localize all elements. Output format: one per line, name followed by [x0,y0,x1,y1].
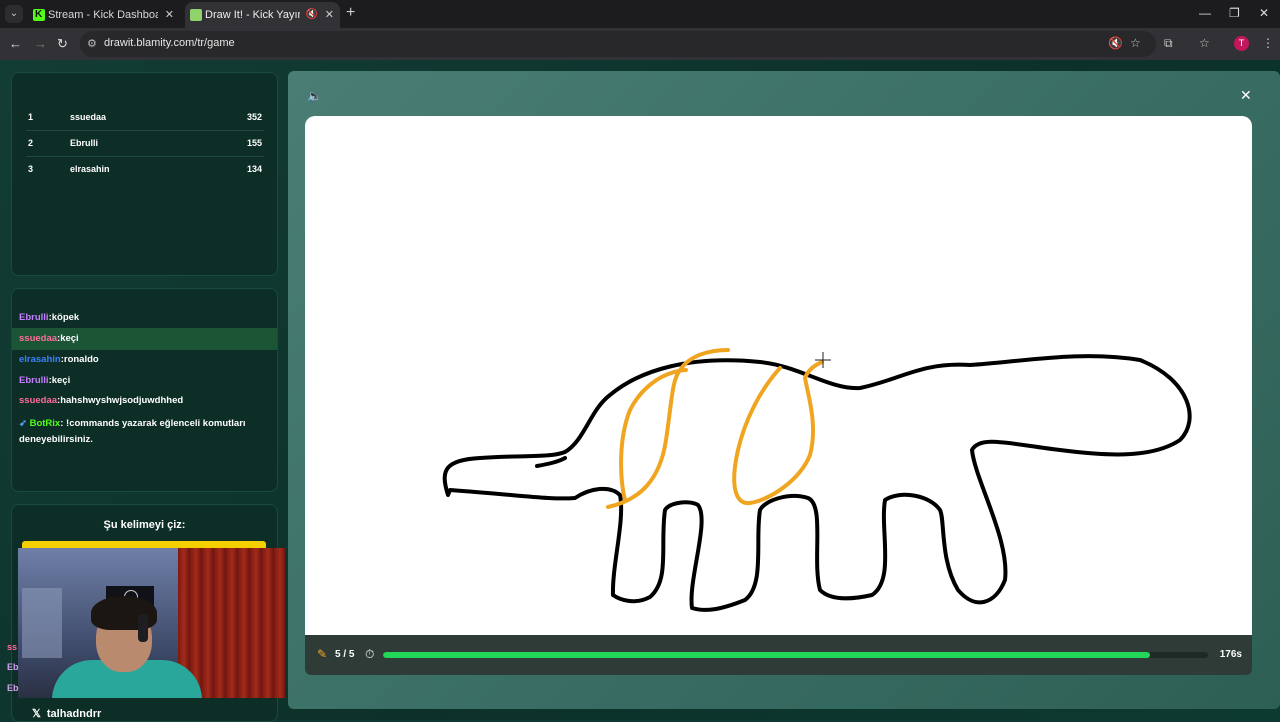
back-icon[interactable]: ← [9,36,22,51]
drawing-svg [442,348,1192,612]
bookmarks-icon[interactable]: ☆ [1199,36,1210,50]
overlay-partial-name: Eb [7,683,19,693]
chat-message: ssuedaa:hahshwyshwjsodjuwdhhed [19,395,271,406]
leaderboard-panel: 1 ssuedaa 352 2 Ebrulli 155 3 elrasahin … [11,72,278,276]
chat-text: :keçi [57,333,79,344]
time-progress-fill [383,652,1151,658]
menu-icon[interactable]: ⋮ [1262,36,1274,50]
animal-outline [442,354,1192,612]
chat-text: :köpek [48,312,80,323]
address-bar-row: ← → ↻ ⚙ drawit.blamity.com/tr/game 🔇 ☆ ⧉… [0,28,1280,60]
chat-user: Ebrulli [19,312,49,323]
new-tab-icon[interactable]: + [346,4,355,22]
player-name: ssuedaa [70,112,107,122]
tab-title: Draw It! - Kick Yayınları İçin [205,9,300,21]
x-logo-icon: 𝕏 [32,708,41,720]
player-score: 134 [246,164,262,174]
close-icon[interactable]: ✕ [1240,87,1252,104]
player-score: 352 [246,112,262,122]
chat-message: Ebrulli:köpek [19,312,271,323]
streamer-handle: 𝕏talhadndrr [32,707,101,720]
handle-text: talhadndrr [46,708,102,720]
minimize-icon[interactable]: — [1199,6,1211,20]
reload-icon[interactable]: ↻ [57,36,68,52]
tab-strip: ⌄ Stream - Kick Dashboard ✕ Draw It! - K… [0,0,1280,28]
drawit-favicon [190,9,202,21]
kick-favicon [33,2,45,28]
webcam-shelf [22,588,62,658]
star-icon[interactable]: ☆ [1130,36,1141,50]
tab-title: Stream - Kick Dashboard [48,9,158,21]
time-remaining: 176s [1219,649,1242,660]
webcam-overlay [18,548,285,698]
chat-message: Ebrulli:keçi [19,375,271,386]
mute-site-icon[interactable]: 🔇 [1108,36,1123,50]
tab-mute-icon[interactable]: 🔇 [306,2,318,28]
round-counter: 5 / 5 [335,649,355,660]
player-name: Ebrulli [70,138,99,148]
chat-panel: Ebrulli:köpek ssuedaa:keçi elrasahin:ron… [11,288,278,492]
leaderboard-row: 2 Ebrulli 155 [26,131,264,157]
tab-search-icon[interactable]: ⌄ [5,5,23,23]
game-status-bar: ✎ 5 / 5 ⏱ 176s [305,635,1252,675]
chat-user: BotRix [29,418,61,429]
url-text[interactable]: drawit.blamity.com/tr/game [104,37,235,49]
site-info-icon[interactable]: ⚙ [87,37,97,50]
tab-stream-dashboard[interactable]: Stream - Kick Dashboard ✕ [28,2,180,28]
overlay-partial-name: ss [7,642,18,652]
chat-user: elrasahin [19,354,61,365]
word-prompt-label: Şu kelimeyi çiz: [103,519,186,531]
trunk-curl [535,456,567,468]
orange-stripe-2 [732,360,824,506]
overlay-partial-name: Eb [7,662,19,672]
chat-message-bot: ➶ BotRix: !commands yazarak eğlenceli ko… [19,416,271,448]
orange-stripe-1 [606,348,730,509]
restore-icon[interactable]: ❐ [1229,6,1240,20]
window-close-icon[interactable]: ✕ [1259,6,1269,20]
chat-message: elrasahin:ronaldo [19,354,271,365]
tab-close-icon[interactable]: ✕ [165,2,174,28]
extensions-icon[interactable]: ⧉ [1164,36,1173,51]
rocket-icon: ➶ [19,418,27,429]
time-progress-track [383,652,1208,658]
chat-text: :keçi [48,375,71,386]
chat-text: :ronaldo [60,354,99,365]
tab-draw-it[interactable]: Draw It! - Kick Yayınları İçin 🔇 ✕ [185,2,340,28]
rank: 2 [28,138,34,148]
tab-close-icon[interactable]: ✕ [325,2,334,28]
leaderboard-row: 3 elrasahin 134 [26,157,264,182]
timer-icon: ⏱ [365,647,375,661]
rank: 3 [28,164,34,174]
speaker-icon[interactable]: 🔈 [307,89,322,103]
player-score: 155 [246,138,262,148]
rank: 1 [28,112,34,122]
player-name: elrasahin [70,164,110,174]
chat-message-highlighted: ssuedaa:keçi [12,328,277,350]
webcam-headset [138,614,148,642]
chat-text: :hahshwyshwjsodjuwdhhed [57,395,184,406]
profile-avatar[interactable]: T [1234,36,1249,51]
chat-user: ssuedaa [19,395,58,406]
drawing-canvas[interactable] [305,116,1252,635]
omnibox[interactable]: ⚙ drawit.blamity.com/tr/game 🔇 ☆ [80,31,1156,57]
forward-icon[interactable]: → [34,36,47,51]
chat-user: Ebrulli [19,375,49,386]
pencil-icon: ✎ [317,647,328,661]
chat-user: ssuedaa [19,333,58,344]
leaderboard-row: 1 ssuedaa 352 [26,105,264,131]
